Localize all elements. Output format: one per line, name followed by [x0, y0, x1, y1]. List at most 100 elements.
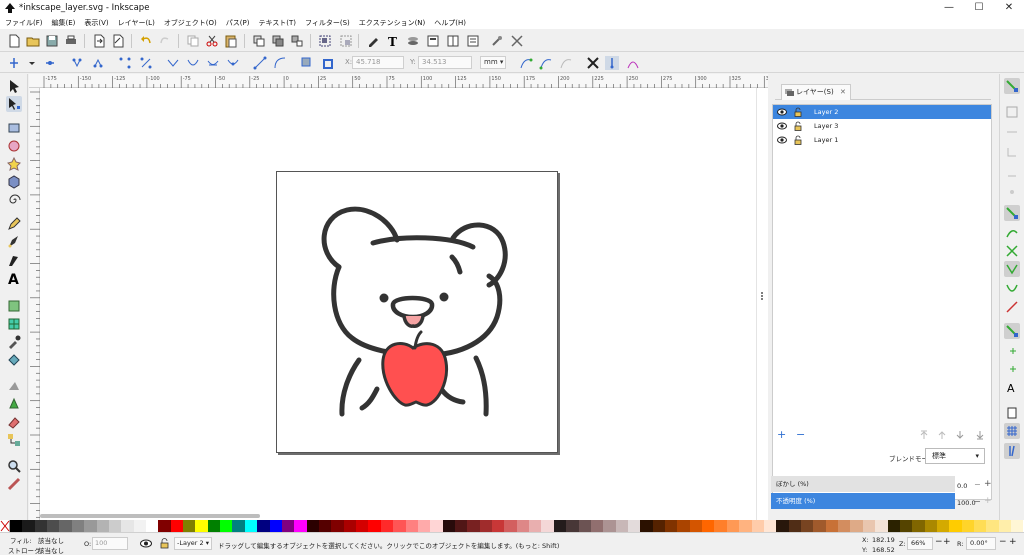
color-swatch[interactable] [899, 520, 913, 532]
layers-tab[interactable]: レイヤー(S) ✕ [781, 84, 851, 100]
lock-open-icon[interactable] [793, 121, 803, 131]
open-icon[interactable] [26, 34, 40, 48]
rotation-input[interactable]: 0.00° [966, 537, 996, 550]
snap-text-baseline-icon[interactable]: A [1004, 379, 1020, 395]
color-swatch[interactable] [640, 520, 653, 532]
color-swatch[interactable] [689, 520, 703, 532]
color-swatch[interactable] [207, 520, 221, 532]
snap-path-icon[interactable] [1004, 225, 1020, 241]
color-swatch[interactable] [529, 520, 542, 532]
snap-bbox-center-icon[interactable] [1004, 184, 1020, 200]
color-swatch[interactable] [936, 520, 950, 532]
mesh-tool-icon[interactable] [6, 316, 22, 332]
color-swatch[interactable] [22, 520, 35, 532]
color-swatch[interactable] [195, 520, 208, 532]
3d-box-tool-icon[interactable] [6, 174, 22, 190]
ellipse-tool-icon[interactable] [6, 138, 22, 154]
layers-dialog-icon[interactable] [406, 34, 420, 48]
color-swatch[interactable] [590, 520, 604, 532]
preferences-icon[interactable] [490, 34, 504, 48]
color-swatch[interactable] [887, 520, 900, 532]
menu-file[interactable]: ファイル(F) [5, 18, 43, 28]
xml-editor-icon[interactable] [426, 34, 440, 48]
color-swatch[interactable] [541, 520, 554, 532]
show-handles-icon[interactable] [519, 56, 533, 70]
layer-visibility-icon[interactable] [140, 539, 152, 548]
color-swatch[interactable] [961, 520, 975, 532]
close-button[interactable]: ✕ [994, 0, 1024, 16]
snap-grid-icon[interactable] [1004, 423, 1020, 439]
color-swatch[interactable] [875, 520, 888, 532]
selector-tool-icon[interactable] [6, 78, 22, 94]
symmetric-node-icon[interactable] [206, 56, 220, 70]
unit-select[interactable]: mm ▾ [480, 56, 506, 69]
join-segment-icon[interactable] [118, 56, 132, 70]
menu-layer[interactable]: レイヤー(L) [118, 18, 155, 28]
color-swatch[interactable] [430, 520, 443, 532]
duplicate-icon[interactable] [252, 34, 266, 48]
object-to-path-icon[interactable] [300, 56, 314, 70]
cusp-node-icon[interactable] [166, 56, 180, 70]
snap-bbox-icon[interactable] [1004, 104, 1020, 120]
color-swatch[interactable] [702, 520, 715, 532]
visibility-eye-icon[interactable] [777, 107, 787, 117]
color-swatch[interactable] [331, 520, 344, 532]
rotate-ccw-button[interactable]: − [999, 537, 1007, 547]
menu-extensions[interactable]: エクステンション(N) [359, 18, 426, 28]
path-effect-icon[interactable] [626, 56, 640, 70]
export-icon[interactable] [111, 34, 125, 48]
color-swatch[interactable] [454, 520, 468, 532]
clone-icon[interactable] [271, 34, 285, 48]
break-path-icon[interactable] [91, 56, 105, 70]
group-icon[interactable] [318, 34, 332, 48]
blur-slider[interactable]: ぼかし (%) [771, 476, 955, 492]
color-swatch[interactable] [96, 520, 109, 532]
color-swatch[interactable] [813, 520, 826, 532]
color-swatch[interactable] [294, 520, 307, 532]
cut-icon[interactable] [205, 34, 219, 48]
color-swatch[interactable] [627, 520, 641, 532]
color-swatch[interactable] [677, 520, 690, 532]
align-distribute-icon[interactable] [446, 34, 460, 48]
menu-filters[interactable]: フィルター(S) [305, 18, 350, 28]
color-swatch[interactable] [34, 520, 48, 532]
menu-path[interactable]: パス(P) [226, 18, 250, 28]
redo-icon[interactable] [158, 34, 172, 48]
color-swatch[interactable] [59, 520, 72, 532]
current-layer-select[interactable]: -Layer 2 ▾ [174, 537, 212, 550]
opacity-slider[interactable]: 不透明度 (%) [771, 493, 955, 509]
blur-increment-button[interactable]: + [984, 479, 992, 489]
show-path-icon[interactable] [605, 56, 619, 70]
dock-collapse-handle[interactable] [758, 288, 766, 304]
color-swatch[interactable] [269, 520, 282, 532]
snap-cusp-node-icon[interactable] [1004, 261, 1020, 277]
color-swatch[interactable] [318, 520, 332, 532]
color-swatch[interactable] [356, 520, 369, 532]
smooth-node-icon[interactable] [186, 56, 200, 70]
connector-tool-icon[interactable] [6, 432, 22, 448]
zoom-input[interactable]: 66% [907, 537, 933, 550]
color-swatch[interactable] [739, 520, 752, 532]
color-swatch[interactable] [566, 520, 579, 532]
pen-tool-icon[interactable] [6, 234, 22, 250]
paint-bucket-tool-icon[interactable] [6, 352, 22, 368]
color-swatch[interactable] [862, 520, 876, 532]
new-document-icon[interactable] [7, 34, 21, 48]
color-swatch[interactable] [281, 520, 295, 532]
document-page[interactable] [276, 171, 558, 453]
color-swatch[interactable] [838, 520, 851, 532]
text-font-icon[interactable]: T [386, 34, 400, 48]
menu-edit[interactable]: 編集(E) [52, 18, 76, 28]
visibility-eye-icon[interactable] [777, 121, 787, 131]
color-swatch[interactable] [479, 520, 493, 532]
color-swatch[interactable] [516, 520, 530, 532]
auto-smooth-icon[interactable] [226, 56, 240, 70]
color-swatch[interactable] [47, 520, 60, 532]
visibility-eye-icon[interactable] [777, 135, 787, 145]
lock-open-icon[interactable] [793, 135, 803, 145]
node-insert-icon[interactable] [7, 56, 21, 70]
color-swatch[interactable] [133, 520, 146, 532]
snap-toggle-icon[interactable] [1004, 78, 1020, 94]
opacity-value[interactable]: 100.0 [957, 499, 976, 507]
y-coordinate-input[interactable]: 34.513 [418, 56, 472, 69]
